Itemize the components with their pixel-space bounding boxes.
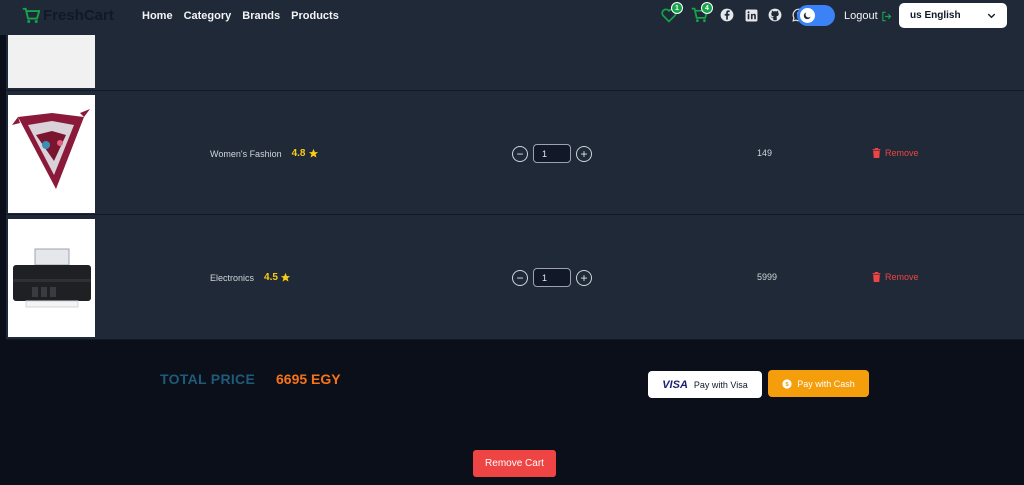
total-price-label: TOTAL PRICE	[160, 371, 256, 387]
remove-item-button[interactable]: Remove	[872, 272, 919, 282]
product-image	[8, 219, 95, 337]
star-icon	[308, 148, 318, 158]
brand-logo[interactable]: FreshCart	[22, 7, 114, 24]
product-info: Women's Fashion 4.8	[210, 148, 319, 159]
product-image	[8, 95, 95, 213]
linkedin-icon[interactable]	[742, 6, 760, 24]
product-info: Electronics 4.5	[210, 272, 291, 283]
rating-value: 4.5	[264, 272, 278, 283]
brand-name: FreshCart	[43, 7, 114, 24]
cart-table: − 1 + Women's Fashion 4.8	[6, 0, 1024, 340]
nav-link-home[interactable]: Home	[142, 10, 173, 22]
rating-value: 4.8	[291, 148, 306, 159]
total-price-value: 6695 EGY	[276, 371, 341, 387]
nav-icons: 1 4	[660, 2, 808, 24]
pay-cash-label: Pay with Cash	[797, 378, 855, 389]
main-nav: Home Category Brands Products	[142, 10, 339, 22]
trash-icon	[872, 272, 881, 282]
remove-cart-button[interactable]: Remove Cart	[473, 450, 556, 477]
nav-link-brands[interactable]: Brands	[242, 10, 280, 22]
product-price: 149	[757, 148, 773, 158]
language-value: us English	[910, 10, 961, 21]
star-icon	[280, 272, 291, 282]
quantity-stepper[interactable]: − 1 +	[512, 144, 592, 163]
remove-item-button[interactable]: Remove	[872, 148, 919, 158]
minus-icon[interactable]: −	[512, 269, 528, 286]
github-icon[interactable]	[766, 6, 784, 24]
product-category: Electronics	[210, 272, 255, 283]
nav-link-category[interactable]: Category	[184, 10, 232, 22]
quantity-stepper[interactable]: − 1 +	[512, 268, 592, 287]
navbar: FreshCart Home Category Brands Products …	[0, 0, 1024, 35]
logout-label: Logout	[844, 10, 878, 22]
logout-button[interactable]: Logout	[844, 10, 892, 22]
product-rating: 4.8	[292, 148, 319, 159]
cash-icon: $	[782, 378, 792, 389]
language-select[interactable]: us English	[899, 3, 1007, 28]
cart-row: Women's Fashion 4.8 − 1 + 149 Remove	[6, 91, 1024, 215]
product-rating: 4.5	[264, 272, 291, 283]
remove-label: Remove	[885, 272, 919, 282]
chevron-down-icon	[987, 13, 996, 19]
cart-row: Electronics 4.5 − 1 + 5999 Remove	[6, 215, 1024, 340]
cart-logo-icon	[22, 7, 40, 23]
plus-icon[interactable]: +	[576, 145, 592, 162]
wishlist-count-badge: 1	[671, 2, 683, 14]
nav-link-products[interactable]: Products	[291, 10, 339, 22]
remove-label: Remove	[885, 148, 919, 158]
quantity-input[interactable]: 1	[533, 144, 571, 163]
product-category: Women's Fashion	[210, 148, 282, 159]
wishlist-button[interactable]: 1	[660, 2, 683, 24]
cart-count-badge: 4	[701, 2, 713, 14]
moon-icon	[800, 8, 815, 23]
pay-with-cash-button[interactable]: $ Pay with Cash	[768, 370, 869, 397]
pay-visa-label: Pay with Visa	[693, 379, 748, 390]
quantity-input[interactable]: 1	[533, 268, 571, 287]
trash-icon	[872, 148, 881, 158]
facebook-icon[interactable]	[718, 6, 736, 24]
cart-button[interactable]: 4	[690, 2, 713, 24]
minus-icon[interactable]: −	[512, 145, 528, 162]
visa-logo: VISA	[662, 378, 688, 391]
plus-icon[interactable]: +	[576, 269, 592, 286]
product-price: 5999	[757, 272, 778, 282]
pay-with-visa-button[interactable]: VISA Pay with Visa	[648, 371, 762, 398]
logout-icon	[881, 11, 892, 21]
dark-mode-toggle[interactable]	[797, 5, 835, 26]
